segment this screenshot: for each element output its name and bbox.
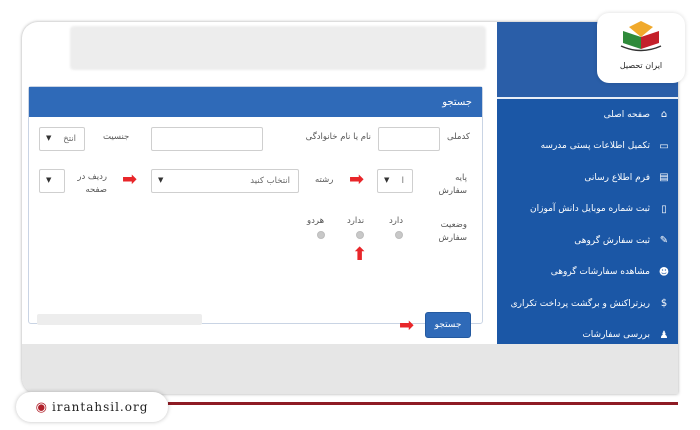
page-bottom-area — [22, 344, 678, 394]
status-option-both-label: هردو — [307, 216, 325, 226]
site-url: irantahsil.org — [51, 400, 149, 414]
globe-icon: ◉ — [35, 399, 48, 415]
chevron-down-icon: ▼ — [46, 134, 52, 142]
status-both-radio[interactable] — [317, 231, 325, 239]
brand-logo: ایران تحصیل — [597, 13, 685, 83]
red-arrow-icon: ➡ — [122, 169, 138, 190]
sidebar-item-label: ثبت سفارش گروهی — [574, 235, 650, 246]
gender-select-value: انتخ — [63, 134, 76, 144]
brand-name: ایران تحصیل — [619, 61, 663, 70]
sidebar-item-student-mobile[interactable]: ▯ ثبت شماره موبایل دانش آموزان — [497, 194, 678, 226]
sidebar-item-label: ریزتراکنش و برگشت پرداخت تکراری — [510, 298, 650, 309]
grade-select-value: ا — [401, 176, 404, 186]
chevron-down-icon: ▼ — [384, 176, 390, 184]
chevron-down-icon: ▼ — [46, 176, 52, 184]
dollar-icon: $ — [660, 298, 668, 310]
footer-divider — [168, 402, 678, 405]
order-status-label: وضعیت سفارش — [438, 220, 468, 243]
field-label: رشته — [315, 175, 334, 185]
edit-icon: ✎ — [659, 235, 669, 247]
users-icon: ☻ — [658, 266, 670, 278]
results-info-bar — [37, 314, 202, 325]
grade-label: پایه سفارش — [438, 173, 468, 196]
sidebar-item-school-postal-info[interactable]: ▭ تکمیل اطلاعات پستی مدرسه — [497, 131, 678, 163]
search-button-label: جستجو — [434, 320, 462, 330]
red-arrow-up-icon: ⬆ — [352, 244, 368, 265]
gender-select[interactable]: انتخ ▼ — [39, 127, 85, 151]
print-icon: ▤ — [659, 172, 669, 184]
sidebar-item-label: تکمیل اطلاعات پستی مدرسه — [540, 141, 650, 152]
gender-label: جنسیت — [103, 132, 130, 142]
card-icon: ▭ — [659, 140, 669, 152]
status-option-none-label: ندارد — [347, 216, 365, 226]
sidebar-item-home[interactable]: ⌂ صفحه اصلی — [497, 99, 678, 131]
sidebar-item-label: مشاهده سفارشات گروهی — [550, 267, 650, 278]
name-input[interactable] — [151, 127, 263, 151]
sidebar-item-label: صفحه اصلی — [603, 109, 650, 120]
sidebar-item-view-group-orders[interactable]: ☻ مشاهده سفارشات گروهی — [497, 257, 678, 289]
header-bar — [70, 26, 486, 70]
book-logo-icon — [620, 21, 662, 52]
rows-per-page-label: ردیف در صفحه — [77, 172, 107, 195]
status-none-radio[interactable] — [356, 231, 364, 239]
national-code-label: کدملی — [447, 132, 470, 142]
status-option-has-label: دارد — [389, 216, 404, 226]
sidebar-menu: ⌂ صفحه اصلی ▭ تکمیل اطلاعات پستی مدرسه ▤… — [497, 99, 678, 351]
sidebar-item-group-order[interactable]: ✎ ثبت سفارش گروهی — [497, 225, 678, 257]
grade-select[interactable]: ا ▼ — [377, 169, 413, 193]
status-has-radio[interactable] — [395, 231, 403, 239]
search-button[interactable]: جستجو — [425, 312, 471, 338]
sidebar-item-label: ثبت شماره موبایل دانش آموزان — [529, 204, 650, 215]
sidebar-item-transactions[interactable]: $ ریزتراکنش و برگشت پرداخت تکراری — [497, 288, 678, 320]
rows-per-page-select[interactable]: ▼ — [39, 169, 65, 193]
national-code-input[interactable] — [378, 127, 440, 151]
field-select-value: انتخاب کنید — [250, 176, 290, 186]
sidebar-item-label: فرم اطلاع رسانی — [584, 172, 650, 183]
mobile-icon: ▯ — [661, 203, 667, 215]
red-arrow-icon: ➡ — [399, 315, 415, 336]
site-url-badge: ◉ irantahsil.org — [16, 392, 168, 422]
search-panel-header: جستجو — [29, 87, 482, 117]
search-panel: جستجو کدملی نام یا نام خانوادگی جنسیت ان… — [28, 86, 483, 338]
name-label: نام یا نام خانوادگی — [305, 132, 371, 142]
sidebar-item-notice-form[interactable]: ▤ فرم اطلاع رسانی — [497, 162, 678, 194]
chevron-down-icon: ▼ — [158, 176, 164, 184]
search-panel-title: جستجو — [442, 96, 472, 108]
field-select[interactable]: انتخاب کنید ▼ — [151, 169, 299, 193]
home-icon: ⌂ — [660, 109, 668, 121]
screenshot-frame: جستجو کدملی نام یا نام خانوادگی جنسیت ان… — [22, 22, 678, 394]
user-icon: ♟ — [659, 329, 669, 341]
red-arrow-icon: ➡ — [349, 169, 365, 190]
sidebar-item-label: بررسی سفارشات — [582, 330, 650, 341]
